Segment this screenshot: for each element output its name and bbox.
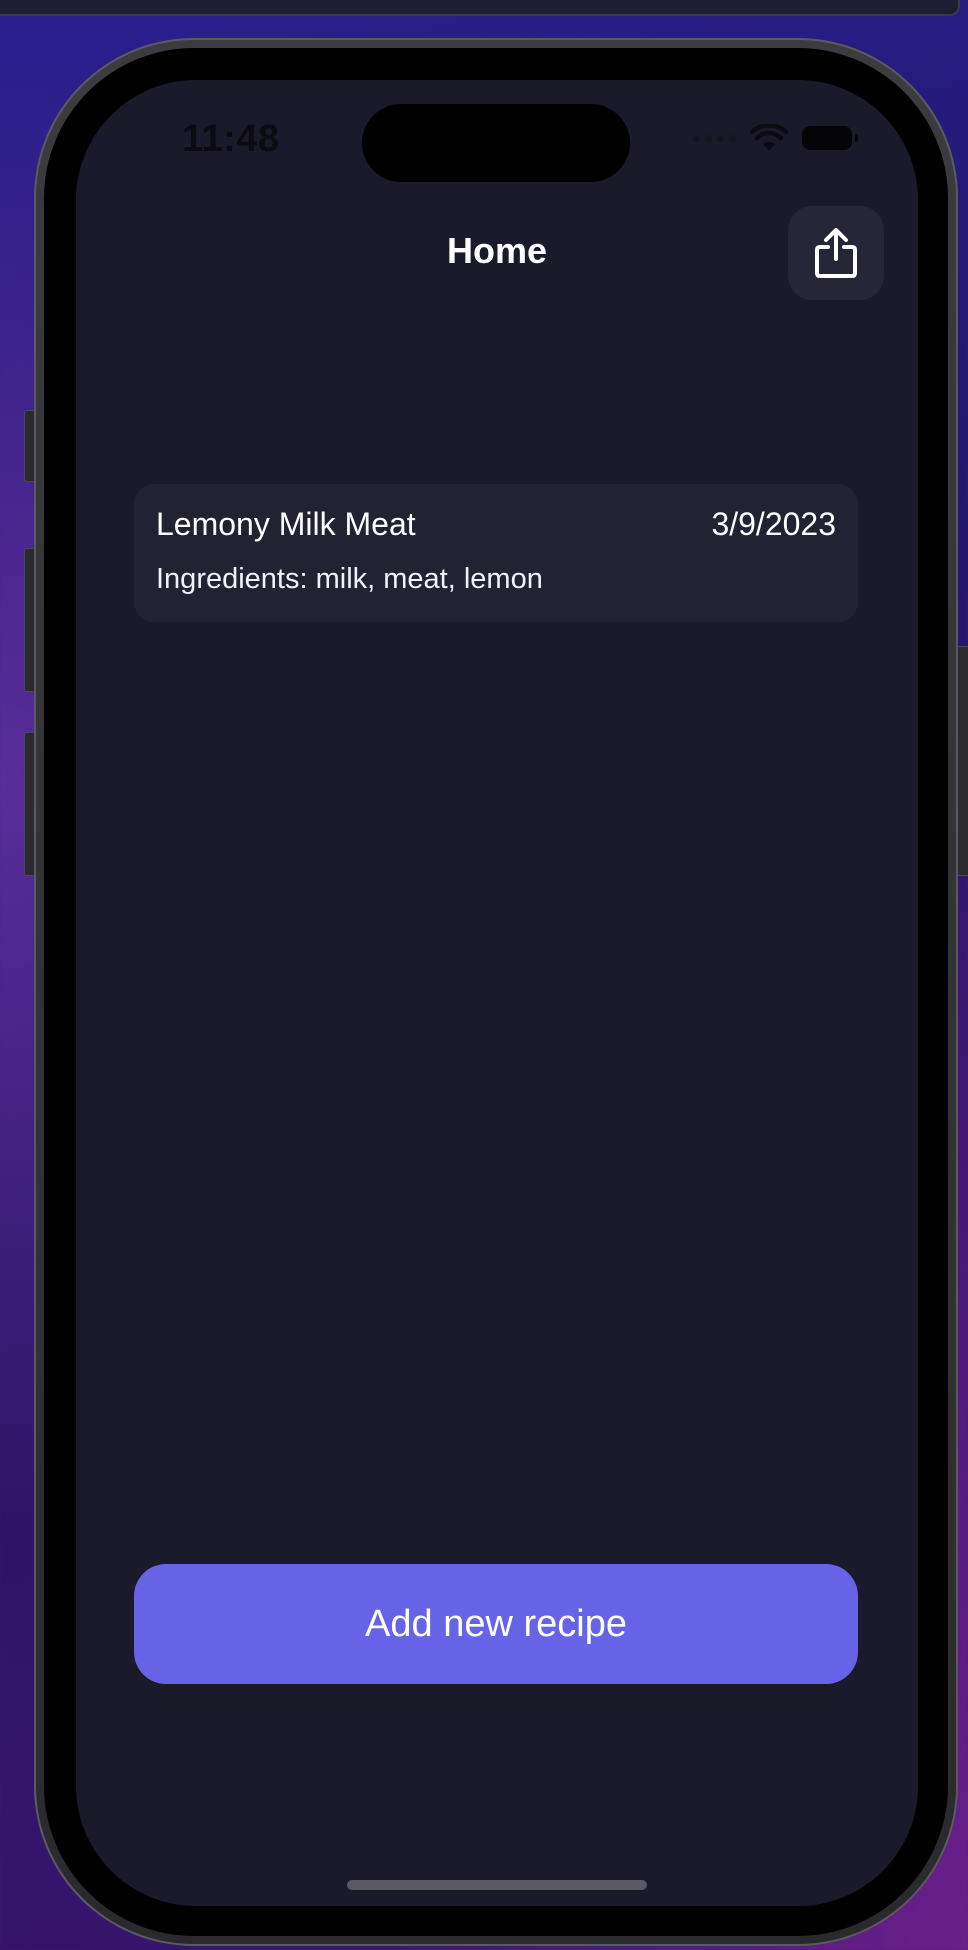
share-icon (815, 228, 857, 278)
status-indicators (693, 124, 858, 152)
recipe-ingredients: Ingredients: milk, meat, lemon (156, 563, 543, 595)
recipe-title: Lemony Milk Meat (156, 506, 416, 542)
recipe-header: Lemony Milk Meat 3/9/2023 (156, 506, 836, 543)
share-button[interactable] (788, 206, 884, 300)
home-indicator[interactable] (347, 1880, 647, 1890)
app-screen: 11:48 Home Lemony Milk Meat 3/9/2023 Ing… (76, 80, 918, 1906)
recipe-date: 3/9/2023 (711, 506, 836, 542)
add-new-recipe-button[interactable]: Add new recipe (134, 1564, 858, 1684)
cellular-signal-icon (693, 134, 736, 142)
simulator-window-bar (0, 0, 960, 16)
wifi-icon (750, 124, 788, 151)
recipe-card[interactable]: Lemony Milk Meat 3/9/2023 Ingredients: m… (134, 484, 858, 622)
dynamic-island (362, 104, 630, 182)
status-time: 11:48 (182, 118, 280, 160)
battery-icon (802, 126, 858, 150)
